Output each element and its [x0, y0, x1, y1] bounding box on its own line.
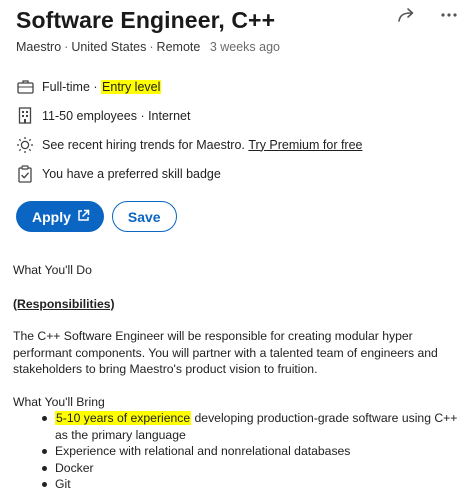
company-name[interactable]: Maestro [16, 40, 61, 54]
job-description: What You'll Do (Responsibilities) The C+… [13, 262, 468, 491]
job-details-panel: Software Engineer, C++ Maestro · United St… [0, 0, 474, 491]
apply-button[interactable]: Apply [16, 201, 104, 232]
save-button[interactable]: Save [111, 201, 177, 232]
section-heading-what-you-do: What You'll Do [13, 263, 92, 277]
workplace-type: Remote [156, 40, 201, 54]
list-item: Git [39, 476, 468, 491]
building-icon [16, 107, 34, 125]
share-icon[interactable] [394, 2, 420, 28]
responsibilities-heading: (Responsibilities) [13, 296, 115, 311]
insight-skill-badge: You have a preferred skill badge [16, 159, 466, 188]
job-title: Software Engineer, C++ [16, 7, 276, 33]
job-location: United States [71, 40, 147, 54]
insight-hiring-trends: See recent hiring trends for Maestro. Tr… [16, 130, 466, 159]
industry-text: Internet [148, 108, 191, 123]
insight-job-type: Full-time · Entry level [16, 72, 466, 101]
level-text: Entry level [101, 79, 162, 94]
insight-company-size: 11-50 employees · Internet [16, 101, 466, 130]
more-icon[interactable] [436, 2, 462, 28]
section-heading-what-you-bring: What You'll Bring [13, 394, 105, 409]
action-buttons: Apply Save [16, 201, 177, 232]
external-link-icon [77, 209, 90, 225]
checklist-icon [16, 164, 34, 183]
experience-highlight: 5-10 years of experience [55, 411, 192, 425]
list-item: 5-10 years of experience developing prod… [39, 410, 468, 443]
briefcase-icon [16, 78, 34, 96]
hiring-trends-text: See recent hiring trends for Maestro. [42, 137, 245, 152]
description-paragraph: The C++ Software Engineer will be respon… [13, 329, 438, 376]
company-size-text: 11-50 employees [42, 108, 137, 123]
list-item: Docker [39, 460, 468, 477]
header-actions [394, 2, 462, 28]
apply-label: Apply [32, 208, 71, 225]
lightbulb-icon [16, 136, 34, 154]
skill-badge-text: You have a preferred skill badge [42, 166, 221, 181]
posted-time: 3 weeks ago [209, 40, 280, 54]
try-premium-link[interactable]: Try Premium for free [248, 138, 362, 152]
job-insights: Full-time · Entry level 11-50 employees … [16, 72, 466, 188]
requirements-list: 5-10 years of experience developing prod… [13, 410, 468, 491]
job-meta: Maestro · United States · Remote 3 weeks ago [16, 40, 280, 54]
list-item: Experience with relational and nonrelati… [39, 443, 468, 460]
job-type-text: Full-time [42, 79, 90, 94]
